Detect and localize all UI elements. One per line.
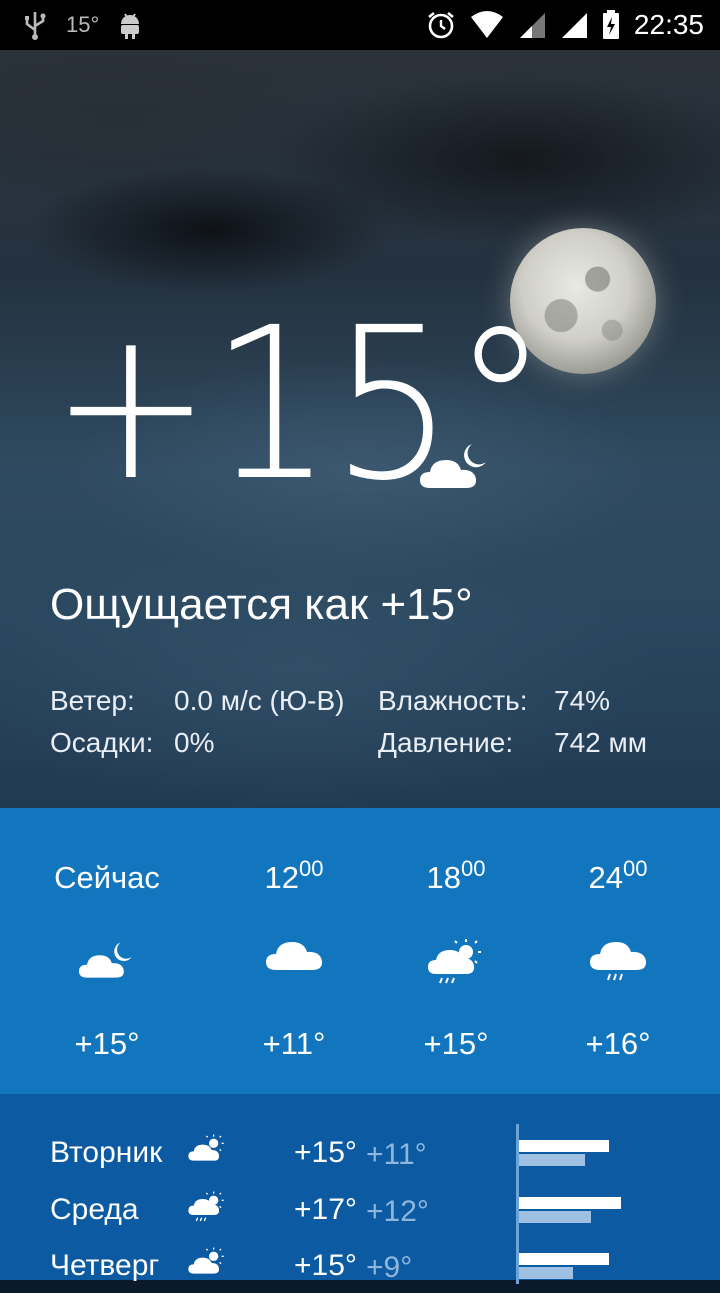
high-temp-bar bbox=[519, 1197, 621, 1209]
partly-cloudy-rain-icon bbox=[188, 1191, 224, 1222]
hourly-time: 2400 bbox=[588, 856, 648, 895]
daily-forecast[interactable]: Вторник +15° +11° Среда +17° +12° Четвер… bbox=[0, 1094, 720, 1284]
low-temp-bar bbox=[519, 1267, 573, 1279]
status-bar: 15° 22:35 bbox=[0, 0, 720, 50]
signal-icon bbox=[561, 13, 587, 38]
alarm-icon bbox=[428, 11, 454, 39]
details-right: Влажность: 74% Давление: 742 мм bbox=[378, 680, 647, 764]
humidity-value: 74% bbox=[554, 685, 611, 716]
partly-cloudy-day-icon bbox=[188, 1247, 224, 1274]
partly-cloudy-day-icon bbox=[188, 1134, 224, 1161]
android-icon bbox=[121, 13, 140, 39]
daily-row[interactable]: Вторник +15° +11° bbox=[0, 1124, 720, 1180]
pressure-value: 742 мм bbox=[554, 727, 647, 758]
wind-label: Ветер: bbox=[50, 685, 135, 716]
day-high-temp: +15° bbox=[294, 1249, 357, 1282]
low-temp-bar bbox=[519, 1211, 591, 1223]
pressure-label: Давление: bbox=[378, 727, 514, 758]
details-left: Ветер: 0.0 м/с (Ю-В) Осадки: 0% bbox=[50, 680, 344, 764]
hourly-temperature: +16° bbox=[585, 1026, 651, 1061]
pressure-row: Давление: 742 мм bbox=[378, 722, 647, 764]
status-time: 22:35 bbox=[633, 9, 704, 40]
day-name: Вторник bbox=[50, 1136, 163, 1169]
hourly-time: 1200 bbox=[264, 856, 324, 895]
high-temp-bar bbox=[519, 1253, 609, 1265]
high-temp-bar bbox=[519, 1140, 609, 1152]
wind-row: Ветер: 0.0 м/с (Ю-В) bbox=[50, 680, 344, 722]
day-name: Четверг bbox=[50, 1249, 160, 1282]
day-high-temp: +15° bbox=[294, 1136, 357, 1169]
day-low-temp: +12° bbox=[366, 1195, 429, 1228]
wifi-icon bbox=[470, 11, 503, 38]
cloud-icon bbox=[266, 942, 322, 970]
precipitation-value: 0% bbox=[174, 727, 215, 758]
hourly-temperature: +15° bbox=[74, 1026, 140, 1061]
hourly-time: 1800 bbox=[426, 856, 486, 895]
signal-icon bbox=[519, 13, 545, 38]
precipitation-row: Осадки: 0% bbox=[50, 722, 344, 764]
partly-cloudy-night-icon bbox=[420, 444, 486, 488]
feels-like: Ощущается как +15° bbox=[50, 580, 473, 629]
hourly-time: Сейчас bbox=[54, 860, 160, 895]
humidity-row: Влажность: 74% bbox=[378, 680, 647, 722]
partly-cloudy-night-icon bbox=[79, 942, 132, 978]
precipitation-label: Осадки: bbox=[50, 727, 154, 758]
battery-charging-icon bbox=[602, 10, 619, 39]
day-high-temp: +17° bbox=[294, 1193, 357, 1226]
daily-row[interactable]: Среда +17° +12° bbox=[0, 1181, 720, 1237]
hourly-temperature: +11° bbox=[262, 1026, 326, 1061]
low-temp-bar bbox=[519, 1154, 585, 1166]
hourly-forecast[interactable]: Сейчас +15° 1200 +11° 1800 +15° 2400 +16… bbox=[0, 808, 720, 1094]
daily-row[interactable]: Четверг +15° +9° bbox=[0, 1237, 720, 1293]
humidity-label: Влажность: bbox=[378, 685, 528, 716]
day-name: Среда bbox=[50, 1193, 139, 1226]
hourly-temperature: +15° bbox=[423, 1026, 489, 1061]
day-low-temp: +11° bbox=[366, 1138, 427, 1171]
cloud-rain-icon bbox=[590, 942, 646, 981]
wind-value: 0.0 м/с (Ю-В) bbox=[174, 685, 345, 716]
current-weather-panel: +15° Ощущается как +15° Ветер: 0.0 м/с (… bbox=[0, 50, 720, 808]
status-temperature: 15° bbox=[66, 12, 100, 37]
usb-icon bbox=[25, 12, 46, 40]
partly-cloudy-rain-icon bbox=[428, 939, 481, 984]
